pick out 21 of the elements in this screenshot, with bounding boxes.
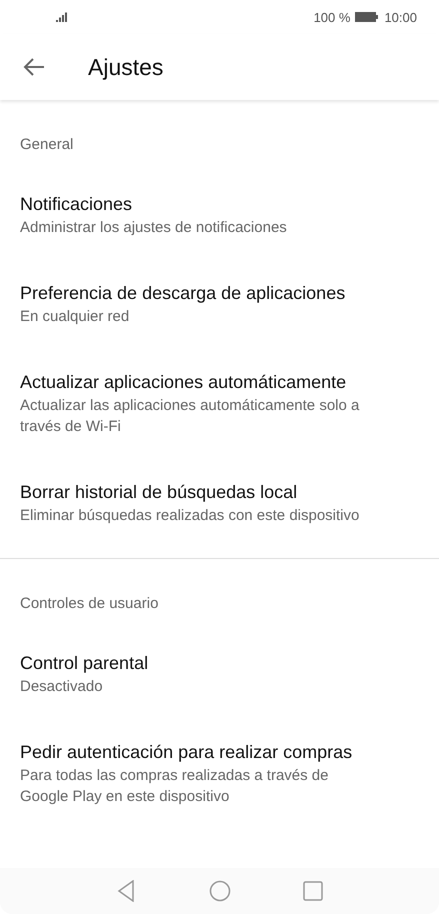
home-nav-button[interactable] xyxy=(208,879,232,903)
battery-percent: 100 % xyxy=(314,10,350,24)
setting-subtitle: Eliminar búsquedas realizadas con este dispositivo xyxy=(20,506,360,526)
setting-subtitle: Administrar los ajustes de notificaciones xyxy=(20,218,287,238)
setting-title[interactable]: Actualizar aplicaciones automáticamente xyxy=(20,370,346,394)
setting-title[interactable]: Control parental xyxy=(20,651,148,675)
battery-icon xyxy=(355,12,380,22)
section-header: Controles de usuario xyxy=(20,595,158,612)
recents-nav-button[interactable] xyxy=(301,879,325,903)
setting-subtitle: Para todas las compras realizadas a través de Google Play en este dispositivo xyxy=(20,766,330,807)
setting-title[interactable]: Borrar historial de búsquedas local xyxy=(20,480,298,504)
section-header: General xyxy=(20,136,74,153)
setting-title[interactable]: Notificaciones xyxy=(20,192,132,216)
page-title: Ajustes xyxy=(88,54,164,80)
setting-subtitle: Desactivado xyxy=(20,677,103,697)
signal-icon xyxy=(56,12,68,22)
clock: 10:00 xyxy=(384,10,417,24)
setting-subtitle: Actualizar las aplicaciones automáticamente solo a través de Wi-Fi xyxy=(20,396,360,437)
setting-title[interactable]: Pedir autenticación para realizar compras xyxy=(20,740,352,764)
setting-title[interactable]: Preferencia de descarga de aplicaciones xyxy=(20,281,346,305)
setting-subtitle: En cualquier red xyxy=(20,307,130,327)
